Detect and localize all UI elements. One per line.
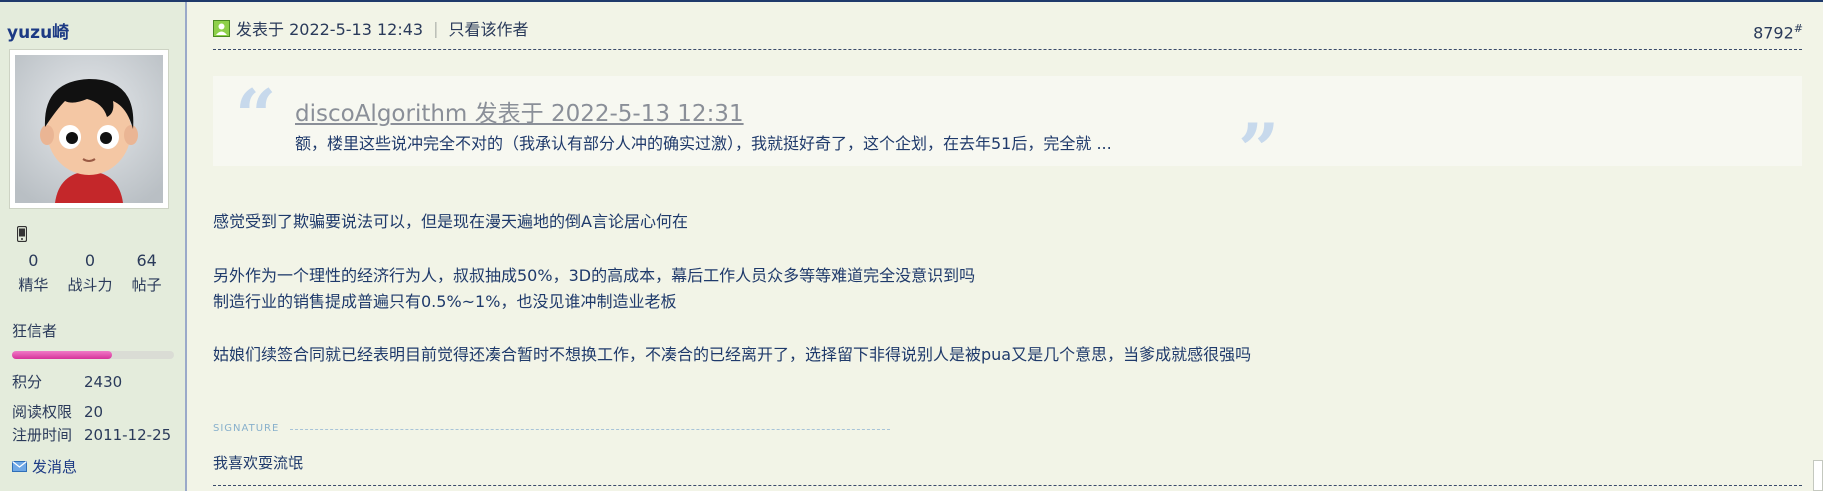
send-message-label: 发消息 — [32, 458, 78, 476]
stat-value: 64 — [136, 251, 157, 270]
author-username[interactable]: yuzu崎 — [7, 18, 69, 43]
stat-posts[interactable]: 64 帖子 — [119, 251, 175, 295]
post-content: 发表于 2022-5-13 12:43 | 只看该作者 8792# “ disc… — [189, 2, 1823, 491]
post-body-line: 感觉受到了欺骗要说法可以，但是现在漫天遍地的倒A言论居心何在 — [213, 212, 688, 231]
signature-text: 我喜欢耍流氓 — [213, 454, 304, 472]
avatar[interactable] — [9, 49, 169, 209]
only-author-link[interactable]: 只看该作者 — [448, 16, 528, 40]
quote-close-icon: ” — [1238, 107, 1280, 192]
stat-value: 0 — [28, 251, 39, 270]
quote-source-link[interactable]: discoAlgorithm 发表于 2022-5-13 12:31 — [295, 94, 744, 128]
info-points: 积分 2430 — [12, 371, 122, 392]
stat-digest[interactable]: 0 精华 — [5, 251, 61, 295]
post-body-line: 另外作为一个理性的经济行为人，叔叔抽成50%，3D的高成本，幕后工作人员众多等等… — [213, 266, 976, 285]
user-icon — [213, 19, 230, 37]
send-message-button[interactable]: 发消息 — [12, 456, 77, 477]
author-stats: 0 精华 0 战斗力 64 帖子 — [5, 251, 175, 295]
post-body-line: 制造行业的销售提成普遍只有0.5%~1%，也没见谁冲制造业老板 — [213, 292, 677, 311]
mail-icon — [12, 458, 27, 476]
info-key: 积分 — [12, 373, 43, 391]
quote-open-icon: “ — [235, 73, 277, 158]
info-value: 20 — [84, 403, 104, 421]
header-divider — [213, 49, 1802, 50]
user-rank: 狂信者 — [12, 322, 58, 340]
stat-label: 帖子 — [131, 276, 162, 294]
info-register-date: 注册时间 2011-12-25 — [12, 424, 171, 445]
stat-label: 战斗力 — [67, 276, 113, 294]
floor-number[interactable]: 8792# — [1753, 22, 1803, 42]
rank-progress-bar — [12, 351, 174, 359]
post-body-line: 姑娘们续签合同就已经表明目前觉得还凑合暂时不想换工作，不凑合的已经离开了，选择留… — [213, 345, 1252, 364]
signature-divider — [290, 429, 890, 430]
floor-value: 8792 — [1753, 23, 1794, 43]
signature-label: SIGNATURE — [213, 423, 280, 434]
post-header: 发表于 2022-5-13 12:43 | 只看该作者 — [213, 16, 529, 40]
rank-progress-fill — [12, 351, 113, 359]
quote-text: 额，楼里这些说冲完全不对的（我承认有部分人冲的确实过激），我就挺好奇了，这个企划… — [295, 134, 1112, 153]
info-read-permission: 阅读权限 20 — [12, 401, 103, 422]
scroll-handle[interactable] — [1813, 460, 1823, 491]
post-time: 发表于 2022-5-13 12:43 — [236, 20, 424, 39]
info-key: 注册时间 — [12, 426, 73, 444]
info-key: 阅读权限 — [12, 403, 73, 421]
info-value: 2011-12-25 — [84, 426, 172, 444]
author-sidebar: yuzu崎 0 精华 0 战斗力 64 帖子 狂信者 积分 2430 阅读权限 … — [0, 2, 187, 491]
stat-value: 0 — [84, 251, 96, 270]
quote-block: “ discoAlgorithm 发表于 2022-5-13 12:31 额，楼… — [213, 73, 1802, 186]
stat-combat[interactable]: 0 战斗力 — [62, 251, 118, 295]
avatar-image — [15, 55, 163, 203]
phone-icon — [16, 225, 28, 246]
post-bottom-divider — [213, 485, 1802, 486]
info-value: 2430 — [84, 373, 123, 391]
floor-suffix: # — [1793, 22, 1803, 35]
stat-label: 精华 — [18, 276, 49, 294]
header-separator: | — [433, 18, 439, 38]
